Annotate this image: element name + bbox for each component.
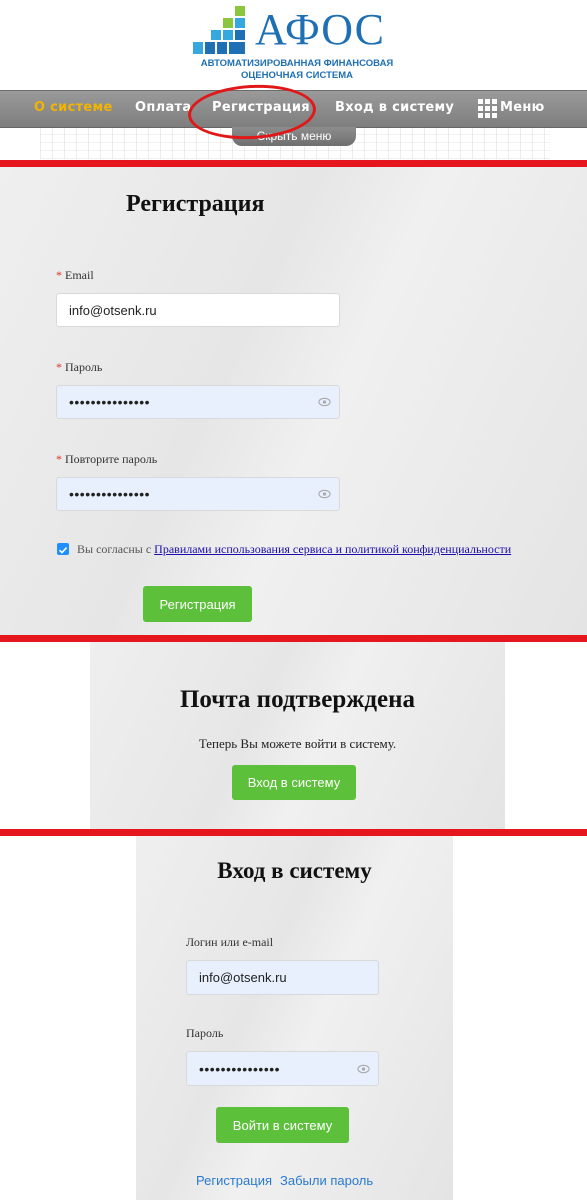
login-password-input[interactable]: ••••••••••••••• [186,1051,379,1086]
logo-mark-icon[interactable] [193,6,249,58]
register-button[interactable]: Регистрация [143,586,252,622]
email-label: * Email [56,268,94,282]
login-value: info@otsenk.ru [199,970,287,985]
annotation-separator [0,635,587,642]
confirmed-panel: Почта подтверждена Теперь Вы можете войт… [90,642,505,829]
password-label: * Пароль [56,360,103,374]
login-title: Вход в систему [217,858,372,883]
repeat-password-input[interactable]: ••••••••••••••• [56,477,340,511]
email-input[interactable]: info@otsenk.ru [56,293,340,327]
check-icon [58,547,68,554]
login-input[interactable]: info@otsenk.ru [186,960,379,995]
logo-subtitle-line2: ОЦЕНОЧНАЯ СИСТЕМА [240,70,353,81]
login-submit-button[interactable]: Войти в систему [216,1107,349,1143]
agree-text: Вы согласны с Правилами использования се… [77,542,512,556]
annotation-separator [0,829,587,836]
email-value: info@otsenk.ru [69,302,157,318]
confirmed-title: Почта подтверждена [179,686,416,713]
login-label: Логин или e-mail [186,935,274,949]
forgot-password-link[interactable]: Забыли пароль [280,1173,373,1188]
nav-item-payment[interactable]: Оплата [135,100,191,115]
confirmed-message: Теперь Вы можете войти в систему. [198,736,397,751]
eye-icon[interactable] [318,489,331,499]
repeat-password-label: * Повторите пароль [56,452,158,466]
eye-icon[interactable] [318,397,331,407]
password-value: ••••••••••••••• [69,394,151,410]
logo-subtitle-line1: АВТОМАТИЗИРОВАННАЯ ФИНАНСОВАЯ [200,58,394,69]
login-panel: Вход в систему Логин или e-mail info@ots… [136,836,453,1200]
nav-item-login[interactable]: Вход в систему [335,100,454,115]
login-password-value: ••••••••••••••• [199,1060,281,1077]
terms-link[interactable]: Правилами использования сервиса и полити… [154,542,511,556]
login-password-label: Пароль [186,1026,224,1040]
confirmed-login-button[interactable]: Вход в систему [232,765,356,800]
agree-checkbox[interactable] [57,543,69,555]
registration-panel: Регистрация * Email info@otsenk.ru * Пар… [0,167,587,635]
password-input[interactable]: ••••••••••••••• [56,385,340,419]
registration-title: Регистрация [126,191,265,217]
logo-title[interactable]: АФОС [255,8,385,52]
register-link[interactable]: Регистрация [196,1173,272,1188]
repeat-password-value: ••••••••••••••• [69,486,151,502]
eye-icon[interactable] [357,1064,370,1074]
nav-item-menu[interactable]: Меню [500,100,545,115]
annotation-separator [0,160,587,167]
site-header: АФОС АВТОМАТИЗИРОВАННАЯ ФИНАНСОВАЯ ОЦЕНО… [0,0,587,90]
grid-icon[interactable] [478,99,498,119]
nav-item-about[interactable]: О системе [34,100,113,115]
